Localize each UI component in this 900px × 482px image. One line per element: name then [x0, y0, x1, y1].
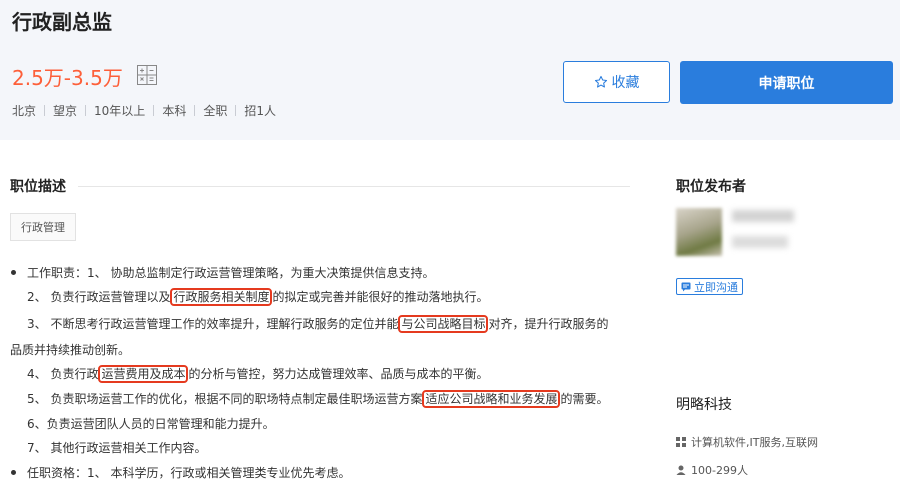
- tag-divider: [153, 105, 155, 116]
- job-title: 行政副总监: [12, 10, 112, 34]
- star-icon: [594, 75, 607, 88]
- favorite-label: 收藏: [611, 75, 640, 91]
- company-industry: 计算机软件,IT服务,互联网: [676, 434, 818, 450]
- company-size: 100-299人: [676, 462, 748, 478]
- company-industry-text: 计算机软件,IT服务,互联网: [691, 436, 818, 449]
- company-size-text: 100-299人: [691, 464, 748, 477]
- tag-divider: [85, 105, 87, 116]
- line-text: 品质并持续推动创新。: [10, 343, 131, 357]
- favorite-button[interactable]: 收藏: [563, 61, 670, 103]
- grid-icon: [676, 437, 686, 447]
- section-divider: [78, 186, 630, 187]
- tag-divider: [44, 105, 46, 116]
- description-line: 2、 负责行政运营管理以及 行政服务相关制度 的拟定或完善并能很好的推动落地执行。: [27, 288, 489, 306]
- description-line: 4、 负责行政 运营费用及成本 的分析与管控，努力达成管理效率、品质与成本的平衡。: [27, 365, 489, 383]
- line-text: 6、负责运营团队人员的日常管理和能力提升。: [27, 417, 275, 431]
- line-text: 5、 负责职场运营工作的优化，根据不同的职场特点制定最佳职场运营方案: [27, 392, 423, 406]
- description-line: 6、负责运营团队人员的日常管理和能力提升。: [27, 415, 275, 432]
- publisher-position-blurred: [732, 236, 788, 248]
- chat-bubble-icon: [681, 282, 691, 291]
- description-title: 职位描述: [10, 179, 66, 195]
- line-text: 3、 不断思考行政运营管理工作的效率提升，理解行政服务的定位并能: [27, 317, 399, 331]
- list-bullet: [11, 470, 16, 475]
- line-text: 的拟定或完善并能很好的推动落地执行。: [272, 290, 489, 304]
- publisher-title: 职位发布者: [676, 179, 746, 195]
- description-line: 5、 负责职场运营工作的优化，根据不同的职场特点制定最佳职场运营方案 适应公司战略…: [27, 390, 609, 408]
- company-name[interactable]: 明略科技: [676, 394, 732, 414]
- highlight-box: 与公司战略目标: [398, 315, 489, 333]
- line-text: 工作职责：1、 协助总监制定行政运营管理策略，为重大决策提供信息支持。: [27, 266, 435, 280]
- tag-experience: 10年以上: [94, 104, 146, 118]
- tag-divider: [235, 105, 237, 116]
- description-line: 品质并持续推动创新。: [10, 341, 130, 358]
- tag-headcount: 招1人: [244, 104, 276, 118]
- tag-job-type: 全职: [203, 104, 228, 118]
- line-text: 4、 负责行政: [27, 367, 99, 381]
- chat-now-label: 立即沟通: [694, 280, 738, 294]
- publisher-name-blurred: [732, 210, 794, 222]
- description-line: 工作职责：1、 协助总监制定行政运营管理策略，为重大决策提供信息支持。: [27, 264, 434, 281]
- highlight-box: 运营费用及成本: [98, 365, 189, 383]
- description-line: 7、 其他行政运营相关工作内容。: [27, 439, 206, 456]
- line-text: 的需要。: [560, 392, 609, 406]
- category-tag: 行政管理: [10, 213, 76, 241]
- description-line: 3、 不断思考行政运营管理工作的效率提升，理解行政服务的定位并能 与公司战略目标对…: [27, 315, 609, 333]
- line-text: 任职资格：1、 本科学历，行政或相关管理类专业优先考虑。: [27, 466, 351, 480]
- highlight-box: 行政服务相关制度: [170, 288, 273, 306]
- salary-range: 2.5万-3.5万: [12, 66, 123, 90]
- publisher-avatar[interactable]: [676, 208, 722, 256]
- tag-divider: [194, 105, 196, 116]
- tag-city: 北京: [12, 104, 37, 118]
- tag-district: 望京: [53, 104, 78, 118]
- tag-education: 本科: [162, 104, 187, 118]
- job-tags: 北京 望京 10年以上 本科 全职 招1人: [12, 102, 276, 119]
- apply-button[interactable]: 申请职位: [680, 61, 893, 104]
- chat-now-button[interactable]: 立即沟通: [676, 278, 743, 295]
- highlight-box: 适应公司战略和业务发展: [422, 390, 561, 408]
- line-text: 对齐，提升行政服务的: [488, 317, 609, 331]
- line-text: 2、 负责行政运营管理以及: [27, 290, 171, 304]
- list-bullet: [11, 270, 16, 275]
- description-line: 任职资格：1、 本科学历，行政或相关管理类专业优先考虑。: [27, 464, 350, 481]
- line-text: 7、 其他行政运营相关工作内容。: [27, 441, 207, 455]
- line-text: 的分析与管控，努力达成管理效率、品质与成本的平衡。: [188, 367, 489, 381]
- person-icon: [676, 465, 686, 475]
- salary-calculator-icon[interactable]: [137, 65, 157, 85]
